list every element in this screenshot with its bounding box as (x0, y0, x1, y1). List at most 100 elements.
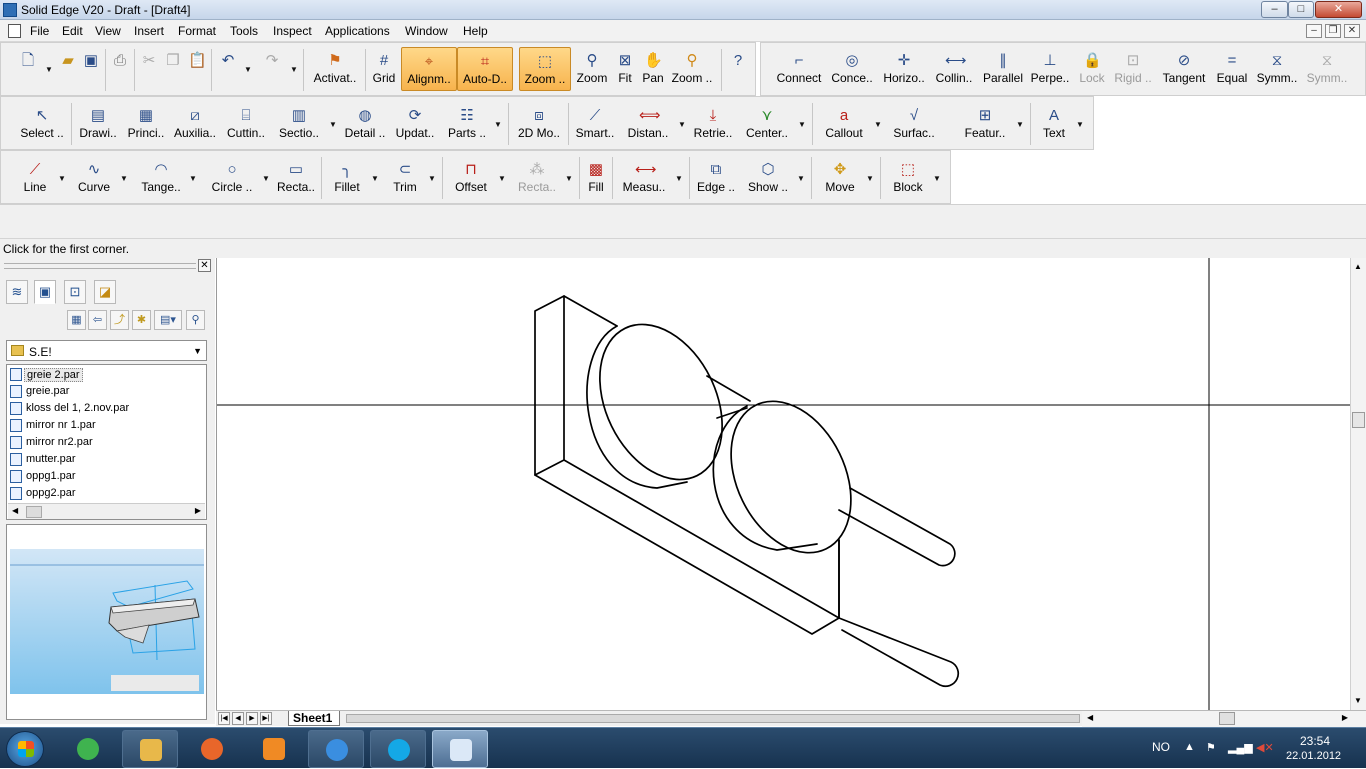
pattern-dropdown-arrow[interactable]: ▼ (565, 174, 573, 183)
measure-dropdown-arrow[interactable]: ▼ (675, 174, 683, 183)
equal-button[interactable]: = Equal (1211, 47, 1253, 91)
menu-tools[interactable]: Tools (230, 24, 258, 38)
retrieve-dimensions-button[interactable]: ⤓ Retrie.. (691, 102, 735, 146)
circle-tool-button[interactable]: ○ Circle .. (205, 156, 259, 200)
scroll-left-icon[interactable]: ◀ (1087, 713, 1093, 722)
move-tool-button[interactable]: ✥ Move (819, 156, 861, 200)
scroll-thumb[interactable] (1219, 712, 1235, 725)
offset-tool-button[interactable]: ⊓ Offset (449, 156, 493, 200)
menu-view[interactable]: View (95, 24, 121, 38)
network-signal-icon[interactable]: ▂▄▆ (1228, 741, 1253, 754)
tangent-arc-button[interactable]: ◠ Tange.. (135, 156, 187, 200)
document-icon[interactable] (8, 24, 21, 38)
circle-dropdown-arrow[interactable]: ▼ (262, 174, 270, 183)
trim-tool-button[interactable]: ⊂ Trim (385, 156, 425, 200)
auto-dimension-button[interactable]: ⌗ Auto-D.. (457, 47, 513, 91)
tab-sheet1[interactable]: Sheet1 (288, 711, 340, 726)
open-button[interactable]: ▰ (57, 47, 79, 91)
start-button[interactable] (6, 731, 44, 767)
parts-list-button[interactable]: ☷ Parts .. (445, 102, 489, 146)
scroll-thumb[interactable] (26, 506, 42, 518)
mdi-restore-button[interactable]: ❐ (1325, 24, 1341, 38)
menu-help[interactable]: Help (463, 24, 488, 38)
tab-feature-library[interactable]: ⊡ (64, 280, 86, 304)
menu-edit[interactable]: Edit (62, 24, 83, 38)
folder-dropdown[interactable]: S.E! ▼ (6, 340, 207, 361)
center-mark-button[interactable]: ⋎ Center.. (743, 102, 791, 146)
view-mode-button[interactable]: ▦ (67, 310, 86, 330)
block-tool-button[interactable]: ⬚ Block (887, 156, 929, 200)
offset-dropdown-arrow[interactable]: ▼ (498, 174, 506, 183)
save-button[interactable]: ▣ (80, 47, 102, 91)
file-list-hscrollbar[interactable]: ◀ ▶ (8, 503, 205, 519)
menu-window[interactable]: Window (405, 24, 448, 38)
taskbar-spotify[interactable] (60, 730, 118, 768)
new-button[interactable]: 🗋 (15, 47, 41, 91)
scroll-up-icon[interactable]: ▲ (1354, 262, 1362, 271)
trim-dropdown-arrow[interactable]: ▼ (428, 174, 436, 183)
activate-button[interactable]: ⚑ Activat.. (308, 47, 362, 91)
move-dropdown-arrow[interactable]: ▼ (866, 174, 874, 183)
mdi-close-button[interactable]: ✕ (1344, 24, 1360, 38)
list-view-dropdown[interactable]: ▤▾ (154, 310, 182, 330)
next-sheet-button[interactable]: ▶ (246, 712, 258, 725)
redo-button[interactable]: ↷ (259, 47, 285, 91)
list-item[interactable]: greie 2.par (9, 366, 194, 383)
fill-tool-button[interactable]: ▩ Fill (583, 156, 609, 200)
auxiliary-view-button[interactable]: ⧄ Auxilia.. (171, 102, 219, 146)
taskbar-solid-edge[interactable] (432, 730, 488, 768)
perpendicular-button[interactable]: ⊥ Perpe.. (1029, 47, 1071, 91)
collinear-button[interactable]: ⟷ Collin.. (931, 47, 977, 91)
surface-texture-button[interactable]: √ Surfac.. (889, 102, 939, 146)
new-folder-button[interactable]: ✱ (132, 310, 151, 330)
show-dropdown-arrow[interactable]: ▼ (797, 174, 805, 183)
callout-dropdown-arrow[interactable]: ▼ (874, 120, 882, 129)
menu-format[interactable]: Format (178, 24, 216, 38)
first-sheet-button[interactable]: |◀ (218, 712, 230, 725)
menu-inspect[interactable]: Inspect (273, 24, 312, 38)
section-dropdown-arrow[interactable]: ▼ (329, 120, 337, 129)
up-folder-button[interactable]: ⤴ (110, 310, 129, 330)
text-dropdown-arrow[interactable]: ▼ (1076, 120, 1084, 129)
mdi-minimize-button[interactable]: – (1306, 24, 1322, 38)
select-tool-button[interactable]: ↖ Select .. (19, 102, 65, 146)
taskbar-explorer[interactable] (122, 730, 178, 768)
new-dropdown-arrow[interactable]: ▼ (45, 65, 53, 74)
detail-view-button[interactable]: ◍ Detail .. (343, 102, 387, 146)
list-item[interactable]: mutter.par (9, 451, 194, 468)
feature-control-frame-button[interactable]: ⊞ Featur.. (959, 102, 1011, 146)
center-dropdown-arrow[interactable]: ▼ (798, 120, 806, 129)
block-dropdown-arrow[interactable]: ▼ (933, 174, 941, 183)
list-item[interactable]: oppg2.par (9, 485, 194, 502)
scroll-right-icon[interactable]: ▶ (1342, 713, 1348, 722)
close-window-button[interactable]: ✕ (1315, 1, 1362, 18)
concentric-button[interactable]: ◎ Conce.. (827, 47, 877, 91)
rectangle-tool-button[interactable]: ▭ Recta.. (275, 156, 317, 200)
list-item[interactable]: greie.par (9, 383, 194, 400)
tangent-button[interactable]: ⊘ Tangent (1159, 47, 1209, 91)
panel-grip[interactable] (4, 263, 196, 269)
callout-button[interactable]: a Callout (819, 102, 869, 146)
menu-insert[interactable]: Insert (134, 24, 164, 38)
distance-dropdown-arrow[interactable]: ▼ (678, 120, 686, 129)
taskbar-skype[interactable] (370, 730, 426, 768)
taskbar-internet-explorer[interactable] (308, 730, 364, 768)
minimize-window-button[interactable]: – (1261, 1, 1288, 18)
scroll-thumb[interactable] (1352, 412, 1365, 428)
action-center-icon[interactable]: ⚑ (1206, 741, 1216, 754)
curve-dropdown-arrow[interactable]: ▼ (120, 174, 128, 183)
zoom-area-button[interactable]: ⬚ Zoom .. (519, 47, 571, 91)
tab-library[interactable]: ▣ (34, 280, 56, 304)
list-item[interactable]: kloss del 1, 2.nov.par (9, 400, 194, 417)
lock-button[interactable]: 🔒 Lock (1073, 47, 1111, 91)
zoom-button[interactable]: ⚲ Zoom (574, 47, 610, 91)
2d-model-button[interactable]: ⧈ 2D Mo.. (513, 102, 565, 146)
scroll-down-icon[interactable]: ▼ (1354, 696, 1362, 705)
back-button[interactable]: ⇦ (88, 310, 107, 330)
line-dropdown-arrow[interactable]: ▼ (58, 174, 66, 183)
clock-time[interactable]: 23:54 (1300, 734, 1330, 748)
principal-view-button[interactable]: ▦ Princi.. (123, 102, 169, 146)
curve-tool-button[interactable]: ∿ Curve (73, 156, 115, 200)
list-item[interactable]: oppg1.par (9, 468, 194, 485)
tab-layers[interactable]: ≋ (6, 280, 28, 304)
